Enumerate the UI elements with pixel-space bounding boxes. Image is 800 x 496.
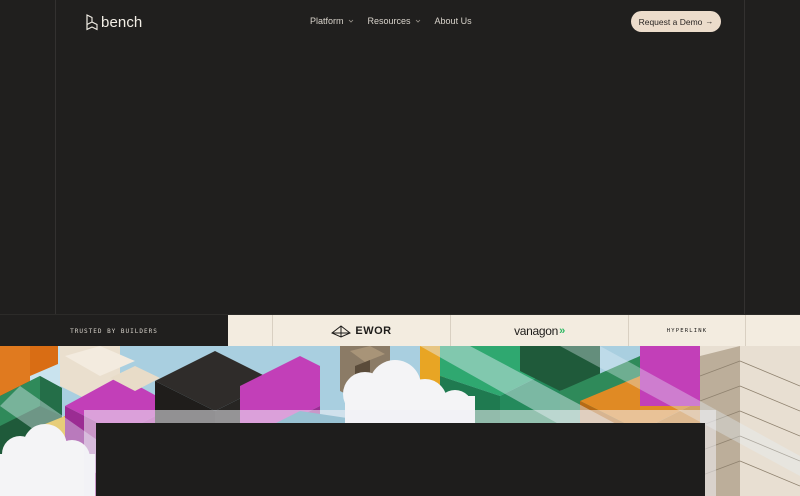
trusted-by-label: TRUSTED BY BUILDERS: [70, 327, 158, 335]
nav-label-resources: Resources: [367, 16, 411, 26]
frame-line-right: [744, 0, 745, 314]
nav-item-platform[interactable]: Platform: [310, 16, 354, 26]
nav-label-platform: Platform: [310, 16, 344, 26]
nav-links: Platform Resources About Us: [310, 14, 486, 28]
bench-logo[interactable]: bench: [86, 12, 142, 32]
vanagon-logo-text: vanagon: [514, 324, 559, 338]
vanagon-chevrons-icon: »: [559, 325, 565, 337]
nav-item-resources[interactable]: Resources: [368, 16, 421, 26]
vanagon-logo: vanagon »: [514, 324, 565, 338]
ewor-logo: EWOR: [331, 324, 392, 338]
request-demo-button[interactable]: Request a Demo →: [631, 11, 721, 32]
logo-text: bench: [101, 13, 143, 31]
trusted-by-bar: TRUSTED BY BUILDERS EWOR vanagon » HYPER…: [0, 314, 800, 347]
chevron-down-icon: [415, 19, 420, 23]
bench-logo-icon: [86, 13, 98, 30]
hyperlink-logo: HYPERLINK: [666, 328, 708, 334]
logo-cell-empty: [746, 315, 800, 347]
ewor-logo-text: EWOR: [355, 325, 392, 337]
logo-cell-hyperlink: HYPERLINK: [629, 315, 746, 347]
customer-logos: EWOR vanagon » HYPERLINK: [228, 315, 800, 347]
logo-cell-ewor: EWOR: [273, 315, 451, 347]
top-nav: bench Platform Resources About Us Reques…: [0, 0, 800, 44]
ewor-pyramid-icon: [331, 324, 352, 338]
product-screenshot: [96, 423, 705, 496]
nav-item-about-us[interactable]: About Us: [435, 16, 472, 26]
logo-cell-vanagon: vanagon »: [451, 315, 629, 347]
chevron-down-icon: [348, 19, 353, 23]
arrow-right-icon: →: [705, 17, 714, 26]
frame-line-left: [55, 0, 56, 314]
nav-label-about-us: About Us: [434, 16, 472, 26]
request-demo-label: Request a Demo: [638, 16, 703, 27]
logo-cell-partial: [228, 315, 273, 347]
